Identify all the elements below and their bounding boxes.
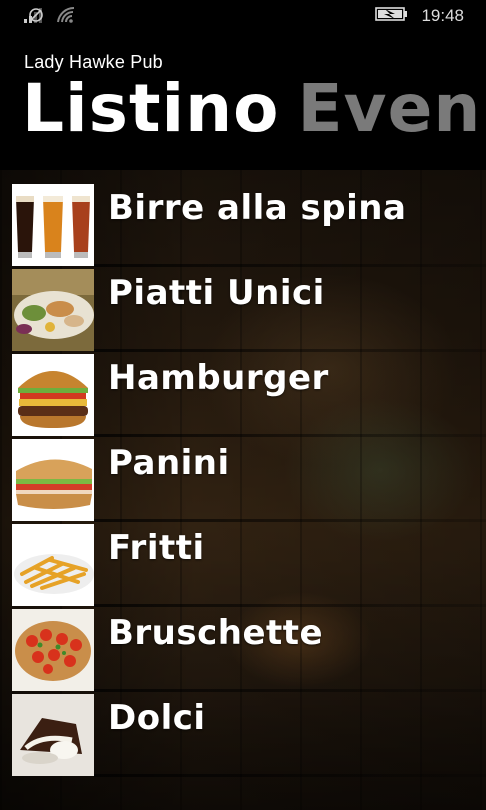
menu-item-label: Dolci — [108, 698, 206, 738]
signal-icon — [24, 7, 46, 27]
status-time: 19:48 — [421, 6, 464, 25]
bruschetta-image — [12, 609, 94, 691]
menu-item-bruschette[interactable]: Bruschette — [12, 609, 486, 694]
menu-item-dolci[interactable]: Dolci — [12, 694, 486, 779]
menu-item-label: Bruschette — [108, 613, 324, 653]
status-bar: 19:48 — [0, 0, 486, 36]
wifi-icon — [56, 6, 76, 27]
hamburger-image — [12, 354, 94, 436]
menu-item-label: Birre alla spina — [108, 188, 407, 228]
platter-image — [12, 269, 94, 351]
beer-glasses-image — [12, 184, 94, 266]
menu-item-panini[interactable]: Panini — [12, 439, 486, 524]
pivot-header: Listino Even — [22, 76, 481, 142]
menu-item-piatti-unici[interactable]: Piatti Unici — [12, 269, 486, 354]
sandwich-image — [12, 439, 94, 521]
pivot-tab-listino[interactable]: Listino — [22, 70, 279, 147]
pivot-tab-eventi[interactable]: Even — [297, 70, 481, 147]
menu-item-label: Panini — [108, 443, 230, 483]
menu-item-hamburger[interactable]: Hamburger — [12, 354, 486, 439]
menu-list: Birre alla spina Piatti Unici Hamburger … — [12, 184, 486, 779]
menu-item-fritti[interactable]: Fritti — [12, 524, 486, 609]
battery-charging-icon — [375, 6, 409, 26]
menu-item-label: Fritti — [108, 528, 205, 568]
fries-image — [12, 524, 94, 606]
dessert-image — [12, 694, 94, 776]
menu-item-birre[interactable]: Birre alla spina — [12, 184, 486, 269]
menu-item-label: Hamburger — [108, 358, 329, 398]
menu-item-label: Piatti Unici — [108, 273, 325, 313]
